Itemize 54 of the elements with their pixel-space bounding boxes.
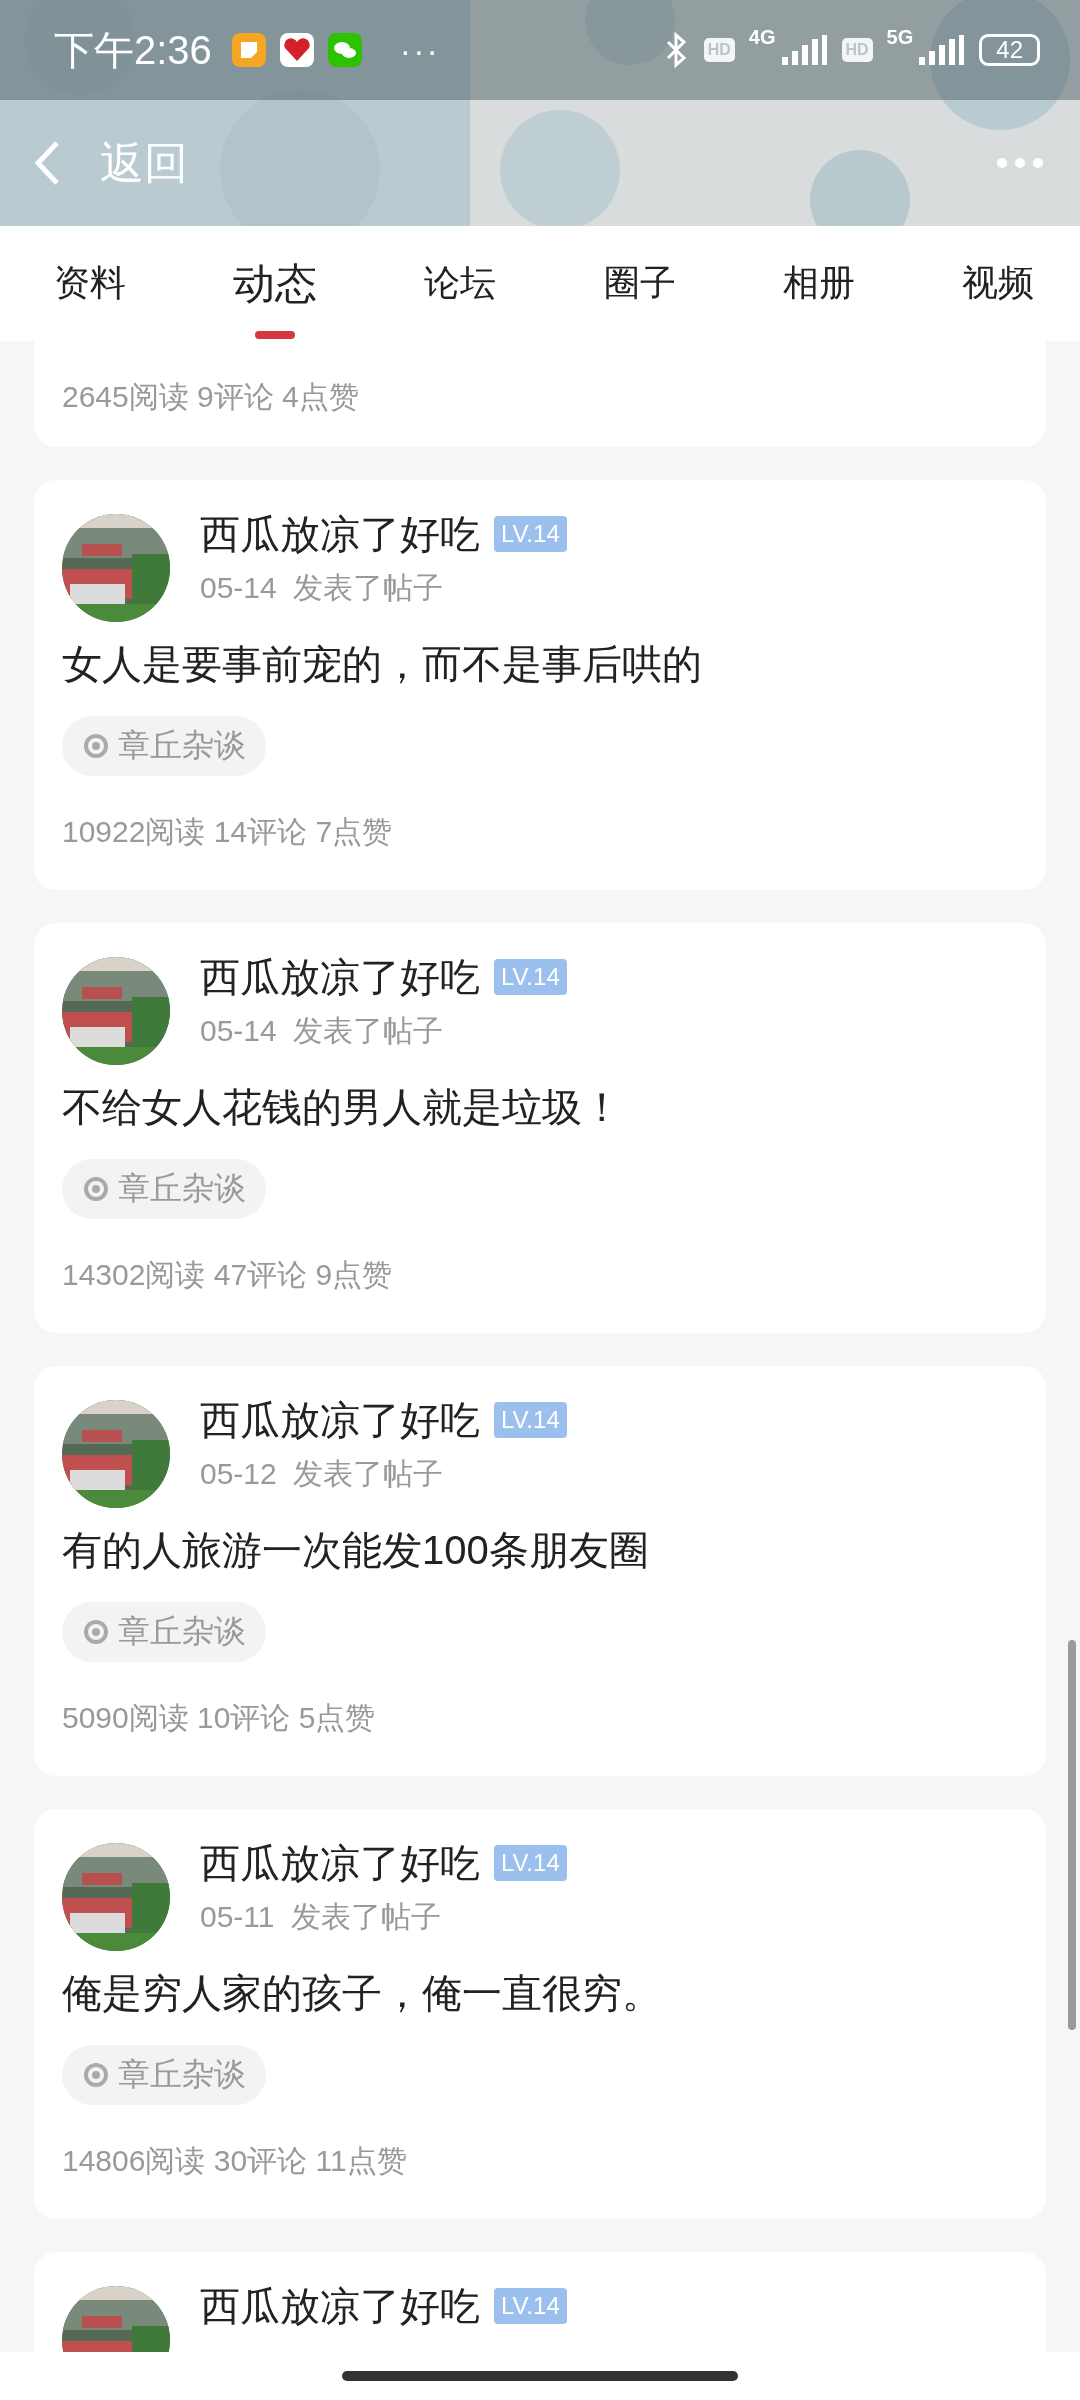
author-name: 西瓜放凉了好吃 — [200, 1397, 480, 1444]
author-name: 西瓜放凉了好吃 — [200, 1840, 480, 1887]
level-badge: LV.14 — [494, 1402, 567, 1438]
tab[interactable]: 圈子 — [571, 226, 708, 341]
target-icon — [82, 2061, 110, 2089]
post-meta: 05-14 发表了帖子 — [200, 1013, 445, 1049]
tab[interactable]: 视频 — [929, 226, 1066, 341]
post-card[interactable]: 西瓜放凉了好吃 LV.14 — [34, 2252, 1046, 2352]
level-badge: LV.14 — [494, 959, 567, 995]
level-badge: LV.14 — [494, 516, 567, 552]
tab[interactable]: 资料 — [22, 226, 158, 341]
battery-level: 42 — [979, 34, 1040, 66]
author-name: 西瓜放凉了好吃 — [200, 954, 480, 1001]
level-badge: LV.14 — [494, 1845, 567, 1881]
post-card[interactable]: 西瓜放凉了好吃 LV.14 05-12 发表了帖子 有的人旅游一次能发100条朋友圈 章丘杂谈 5090阅读 10评论 5点赞 — [34, 1366, 1046, 1776]
signal-icon — [917, 35, 966, 65]
post-stats: 10922阅读 14评论 7点赞 — [62, 814, 394, 850]
post-card[interactable]: 西瓜放凉了好吃 LV.14 05-14 发表了帖子 女人是要事前宠的，而不是事后哄的 章丘杂谈 10922阅读 14评论 7点赞 — [34, 480, 1046, 890]
target-icon — [82, 1618, 110, 1646]
post-stats: 5090阅读 10评论 5点赞 — [62, 1700, 377, 1736]
post-stats: 14806阅读 30评论 11点赞 — [62, 2143, 408, 2179]
author-name: 西瓜放凉了好吃 — [200, 2283, 480, 2330]
target-icon — [82, 1175, 110, 1203]
target-icon — [82, 732, 110, 760]
signal-icon — [779, 35, 828, 65]
author-name: 西瓜放凉了好吃 — [200, 511, 480, 558]
post-stats: 14302阅读 47评论 9点赞 — [62, 1257, 394, 1293]
app-notification-icon — [231, 33, 266, 67]
post-meta: 05-12 发表了帖子 — [200, 1456, 445, 1492]
home-indicator[interactable] — [342, 2371, 738, 2381]
back-icon — [34, 140, 60, 186]
post-text: 女人是要事前宠的，而不是事后哄的 — [62, 641, 703, 688]
post-meta: 05-11 发表了帖子 — [200, 1899, 443, 1935]
post-text: 不给女人花钱的男人就是垃圾！ — [62, 1084, 623, 1131]
tab[interactable]: 论坛 — [392, 226, 529, 341]
more-icon — [996, 157, 1044, 169]
hd-label: HD — [841, 38, 873, 62]
post-card[interactable]: 西瓜放凉了好吃 LV.14 05-14 发表了帖子 不给女人花钱的男人就是垃圾！ 章丘杂谈 14302阅读 47评论 9点赞 — [34, 923, 1046, 1333]
post-stats: 2645阅读 9评论 4点赞 — [62, 379, 360, 415]
hd-label: HD — [703, 38, 735, 62]
network-label: 5G — [886, 26, 914, 49]
tab[interactable]: 动态 — [201, 226, 350, 341]
post-card[interactable]: 西瓜放凉了好吃 LV.14 05-11 发表了帖子 俺是穷人家的孩子，俺一直很穷。 章丘杂谈 14806阅读 30评论 11点赞 — [34, 1809, 1046, 2219]
tab-indicator — [255, 331, 296, 339]
post-text: 俺是穷人家的孩子，俺一直很穷。 — [62, 1970, 663, 2017]
chat-app-icon — [327, 33, 362, 67]
heart-app-icon — [279, 33, 314, 67]
level-badge: LV.14 — [494, 2288, 567, 2324]
post-meta: 05-14 发表了帖子 — [200, 570, 445, 606]
post-text: 有的人旅游一次能发100条朋友圈 — [62, 1527, 650, 1574]
tab[interactable]: 相册 — [750, 226, 887, 341]
network-label: 4G — [748, 26, 776, 49]
status-time: 下午2:36 — [54, 26, 212, 74]
more-notifications: ··· — [399, 30, 440, 70]
